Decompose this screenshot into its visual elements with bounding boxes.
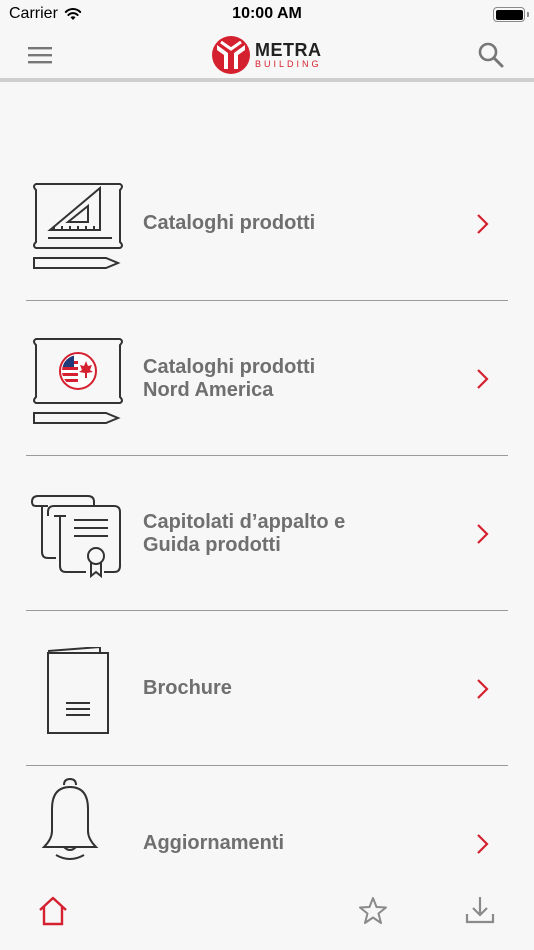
blueprint-flag-icon — [33, 338, 123, 424]
menu-item-capitolati[interactable]: Capitolati d’appalto e Guida prodotti — [0, 456, 534, 611]
home-icon — [39, 896, 67, 926]
tab-favorites[interactable] — [356, 894, 390, 928]
menu-item-brochure[interactable]: Brochure — [0, 611, 534, 766]
chevron-right-icon — [477, 524, 489, 544]
hamburger-menu-icon — [28, 47, 52, 64]
search-icon — [478, 42, 504, 68]
chevron-right-icon — [477, 214, 489, 234]
battery-icon — [493, 7, 529, 22]
star-icon — [359, 897, 387, 924]
tab-bar — [0, 884, 534, 950]
search-button[interactable] — [476, 40, 506, 70]
status-bar: Carrier 10:00 AM — [0, 0, 534, 30]
nav-bar: METRA BUILDING — [0, 30, 534, 82]
menu-item-label: Brochure — [143, 677, 232, 699]
metra-logo-mark — [212, 36, 250, 74]
menu-item-label: Cataloghi prodotti Nord America — [143, 355, 316, 401]
chevron-right-icon — [477, 679, 489, 699]
battery-level — [495, 9, 523, 20]
menu-item-cataloghi-nord-america[interactable]: Cataloghi prodotti Nord America — [0, 301, 534, 456]
status-time: 10:00 AM — [232, 5, 302, 22]
metra-logo: METRA BUILDING — [211, 34, 331, 76]
menu-item-cataloghi-prodotti[interactable]: Cataloghi prodotti — [0, 146, 534, 301]
download-icon — [465, 897, 495, 924]
brochure-icon — [47, 647, 109, 734]
app-screen: Carrier 10:00 AM METRA BUILDING Catalogh… — [0, 0, 534, 950]
logo-sub: BUILDING — [255, 59, 322, 69]
tab-downloads[interactable] — [463, 894, 497, 928]
menu-button[interactable] — [25, 42, 55, 68]
logo-brand: METRA — [255, 40, 322, 60]
certificate-document-icon — [30, 495, 121, 579]
menu-item-label: Capitolati d’appalto e Guida prodotti — [143, 510, 346, 556]
menu-list: Cataloghi prodotti Cataloghi prodotti No… — [0, 146, 534, 921]
bell-icon — [41, 777, 99, 860]
tab-home[interactable] — [36, 894, 70, 928]
menu-item-label: Cataloghi prodotti — [143, 212, 316, 234]
chevron-right-icon — [477, 834, 489, 854]
chevron-right-icon — [477, 369, 489, 389]
blueprint-triangle-icon — [33, 183, 123, 269]
